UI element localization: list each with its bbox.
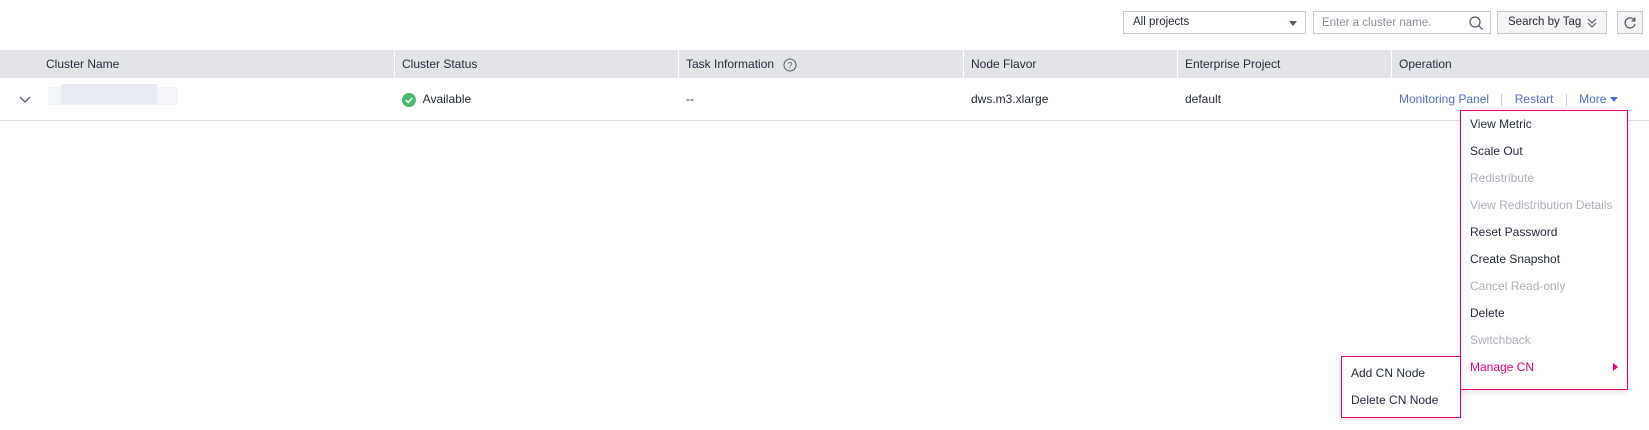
menu-item-cancel-read-only: Cancel Read-only xyxy=(1470,279,1566,293)
menu-item-scale-out[interactable]: Scale Out xyxy=(1461,138,1627,165)
search-by-tag-label: Search by Tag xyxy=(1508,16,1582,28)
project-select[interactable]: All projects xyxy=(1123,11,1306,34)
column-task-information: Task Information ? xyxy=(678,50,797,78)
node-flavor-cell: dws.m3.xlarge xyxy=(971,92,1049,106)
table-header: Cluster Name Cluster Status Task Informa… xyxy=(0,50,1649,78)
svg-text:?: ? xyxy=(788,60,793,70)
menu-item-switchback: Switchback xyxy=(1470,333,1531,347)
restart-link[interactable]: Restart xyxy=(1515,92,1554,106)
column-label: Enterprise Project xyxy=(1185,57,1281,71)
menu-item-add-cn-node[interactable]: Add CN Node xyxy=(1342,360,1460,387)
column-label: Cluster Name xyxy=(46,57,120,71)
more-label: More xyxy=(1579,92,1607,106)
cluster-name-redacted[interactable] xyxy=(61,84,157,104)
column-label: Operation xyxy=(1399,57,1452,71)
column-cluster-name: Cluster Name xyxy=(46,50,119,78)
status-available-icon xyxy=(402,92,416,107)
menu-item-view-redistribution-details: View Redistribution Details xyxy=(1470,198,1613,212)
manage-cn-submenu: Add CN Node Delete CN Node xyxy=(1341,356,1461,418)
caret-down-icon xyxy=(1289,21,1297,26)
menu-item-view-metric[interactable]: View Metric xyxy=(1461,111,1627,138)
search-by-tag-button[interactable]: Search by Tag xyxy=(1497,11,1607,34)
column-divider xyxy=(1391,50,1392,78)
expand-chevron-icon[interactable] xyxy=(18,92,32,106)
caret-down-icon xyxy=(1610,97,1619,103)
help-icon[interactable]: ? xyxy=(783,58,797,72)
search-icon[interactable] xyxy=(1468,15,1484,31)
column-enterprise-project: Enterprise Project xyxy=(1177,50,1281,78)
project-select-value: All projects xyxy=(1133,16,1190,28)
column-label: Task Information xyxy=(686,57,775,71)
cluster-status-text: Available xyxy=(422,92,472,106)
more-dropdown-link[interactable]: More xyxy=(1579,92,1619,106)
column-divider xyxy=(394,50,395,78)
column-cluster-status: Cluster Status xyxy=(394,50,478,78)
menu-item-delete[interactable]: Delete xyxy=(1461,300,1627,327)
menu-item-delete-cn-node[interactable]: Delete CN Node xyxy=(1342,387,1460,414)
table-row: Available -- dws.m3.xlarge default Monit… xyxy=(0,78,1649,121)
task-information-cell: -- xyxy=(686,92,694,106)
cluster-status-cell: Available xyxy=(402,78,471,120)
column-node-flavor: Node Flavor xyxy=(963,50,1037,78)
menu-item-manage-cn[interactable]: Manage CN xyxy=(1461,354,1627,381)
column-operation: Operation xyxy=(1391,50,1452,78)
caret-right-icon xyxy=(1613,363,1618,371)
menu-item-create-snapshot[interactable]: Create Snapshot xyxy=(1461,246,1627,273)
cluster-search[interactable] xyxy=(1313,11,1491,34)
operation-divider xyxy=(1565,93,1567,106)
more-dropdown-menu: View Metric Scale Out Redistribute View … xyxy=(1460,110,1628,390)
search-input[interactable] xyxy=(1322,12,1462,33)
menu-item-reset-password[interactable]: Reset Password xyxy=(1461,219,1627,246)
monitoring-panel-link[interactable]: Monitoring Panel xyxy=(1399,92,1489,106)
enterprise-project-cell: default xyxy=(1185,92,1222,106)
column-divider xyxy=(963,50,964,78)
menu-item-manage-cn-label: Manage CN xyxy=(1470,360,1535,374)
column-divider xyxy=(1177,50,1178,78)
refresh-icon xyxy=(1624,17,1636,29)
column-label: Node Flavor xyxy=(971,57,1037,71)
menu-item-redistribute: Redistribute xyxy=(1470,171,1535,185)
chevron-double-down-icon xyxy=(1587,18,1597,28)
column-divider xyxy=(678,50,679,78)
operation-divider xyxy=(1501,93,1503,106)
column-label: Cluster Status xyxy=(402,57,478,71)
refresh-button[interactable] xyxy=(1617,11,1643,34)
